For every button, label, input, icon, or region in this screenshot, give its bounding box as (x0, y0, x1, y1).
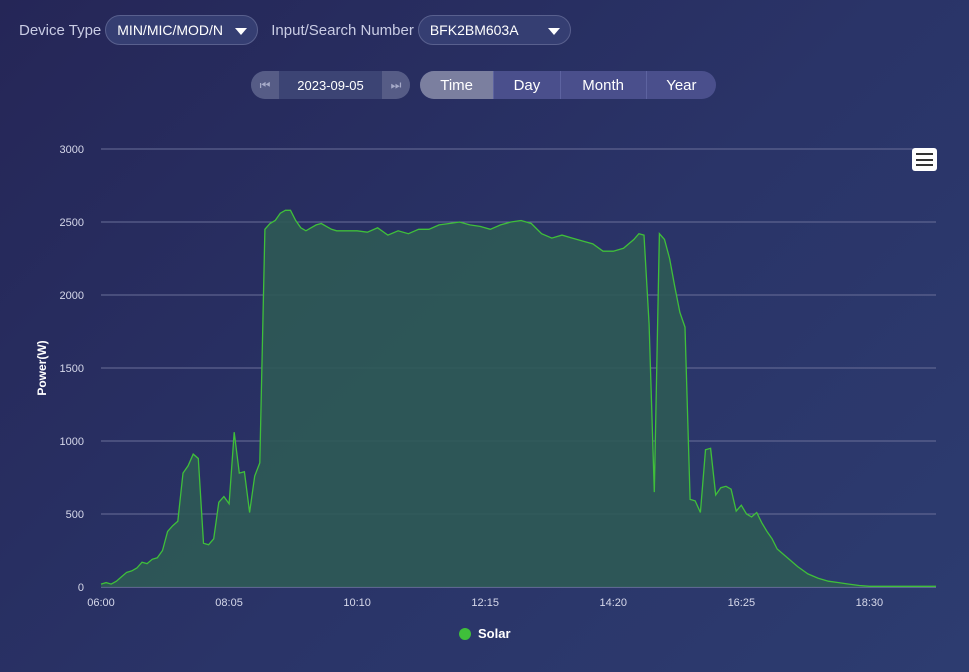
x-tick-label: 08:05 (215, 597, 243, 609)
hamburger-menu-icon[interactable] (912, 148, 937, 171)
y-axis-ticks: 0 500 1000 1500 2000 2500 3000 (60, 144, 84, 594)
legend-dot (459, 627, 471, 640)
legend[interactable]: Solar (459, 626, 511, 641)
y-tick-label: 2000 (60, 290, 84, 302)
x-tick-label: 14:20 (600, 597, 628, 609)
y-tick-label: 3000 (60, 144, 84, 156)
power-chart: 0 500 1000 1500 2000 2500 3000 06:00 08:05 10:10… (35, 144, 936, 609)
x-tick-label: 16:25 (728, 597, 756, 609)
y-tick-label: 0 (78, 582, 84, 594)
x-axis-ticks: 06:00 08:05 10:10 12:15 14:20 16:25 18:30 (87, 597, 883, 609)
y-tick-label: 1000 (60, 436, 84, 448)
solar-area (101, 210, 936, 588)
y-tick-label: 1500 (60, 363, 84, 375)
legend-label-solar: Solar (478, 626, 511, 641)
x-tick-label: 10:10 (343, 597, 371, 609)
x-tick-label: 06:00 (87, 597, 115, 609)
x-tick-label: 12:15 (471, 597, 499, 609)
y-tick-label: 2500 (60, 217, 84, 229)
x-tick-label: 18:30 (856, 597, 884, 609)
y-tick-label: 500 (66, 509, 84, 521)
y-axis-label: Power(W) (35, 340, 49, 395)
